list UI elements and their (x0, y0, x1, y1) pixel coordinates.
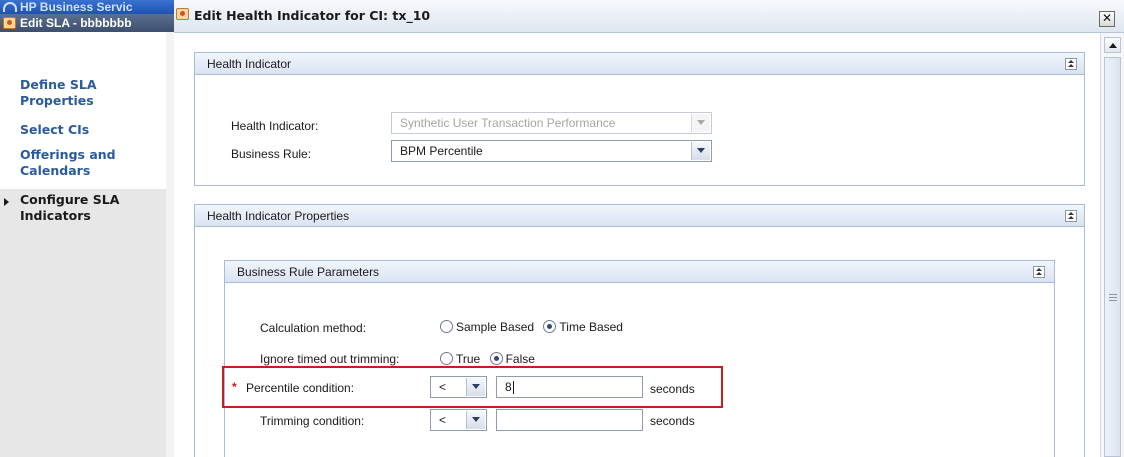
step-offerings-and-calendars[interactable]: Offerings and Calendars (20, 147, 160, 179)
health-indicator-label: Health Indicator: (231, 119, 319, 133)
background-window-title: HP Business Servic (20, 0, 133, 14)
sample-based-radio[interactable] (440, 320, 453, 334)
health-indicator-combo[interactable]: Synthetic User Transaction Performance (391, 112, 712, 134)
java-app-icon (3, 17, 16, 29)
panel-header: Health Indicator (195, 53, 1084, 75)
wizard-steps: Define SLA Properties Select CIs Offerin… (0, 32, 166, 457)
combo-value: Synthetic User Transaction Performance (400, 116, 616, 130)
business-rule-label: Business Rule: (231, 147, 312, 161)
chevron-down-icon[interactable] (691, 142, 710, 160)
java-app-icon (176, 8, 189, 20)
dialog-titlebar: Edit Health Indicator for CI: tx_10 ✕ (174, 0, 1124, 33)
vertical-scrollbar[interactable] (1100, 33, 1124, 457)
percentile-unit-label: seconds (650, 382, 695, 396)
collapse-icon[interactable] (1033, 266, 1045, 278)
active-step-background (0, 189, 166, 457)
trimming-condition-label: Trimming condition: (260, 414, 365, 428)
percentile-condition-label: Percentile condition: (246, 381, 355, 395)
combo-value: < (439, 380, 447, 394)
sample-based-label[interactable]: Sample Based (456, 320, 534, 334)
background-window-titlebar: HP Business Servic (0, 0, 174, 14)
trimming-value-input[interactable] (496, 409, 643, 431)
calculation-method-label: Calculation method: (260, 321, 367, 335)
collapse-icon[interactable] (1065, 210, 1077, 222)
health-indicator-panel: Health Indicator Health Indicator: Synth… (194, 52, 1085, 186)
ignore-timed-out-radios: True False (440, 351, 541, 366)
percentile-value-input[interactable]: 8 (496, 376, 643, 398)
close-button[interactable]: ✕ (1099, 11, 1115, 27)
chevron-down-icon[interactable] (466, 411, 485, 429)
true-radio[interactable] (440, 352, 453, 366)
panel-title: Business Rule Parameters (237, 265, 380, 279)
hp-logo-icon (3, 2, 17, 12)
panel-header: Health Indicator Properties (195, 205, 1084, 227)
step-define-sla-properties[interactable]: Define SLA Properties (20, 77, 160, 109)
panel-title: Health Indicator Properties (207, 209, 350, 223)
background-wizard-window: HP Business Servic Edit SLA - bbbbbbb De… (0, 0, 174, 457)
true-label[interactable]: True (456, 352, 480, 366)
false-radio[interactable] (489, 352, 503, 366)
panel-title: Health Indicator (207, 57, 292, 71)
combo-value: < (439, 413, 447, 427)
dialog-title: Edit Health Indicator for CI: tx_10 (194, 8, 431, 23)
percentile-operator-combo[interactable]: < (430, 376, 487, 398)
chevron-down-icon[interactable] (466, 378, 485, 396)
step-configure-sla-indicators[interactable]: Configure SLA Indicators (20, 192, 160, 224)
collapse-icon[interactable] (1065, 58, 1077, 70)
time-based-label[interactable]: Time Based (559, 320, 623, 334)
edit-sla-title: Edit SLA - bbbbbbb (20, 16, 132, 30)
false-label[interactable]: False (506, 352, 535, 366)
business-rule-combo[interactable]: BPM Percentile (391, 140, 712, 162)
chevron-down-icon[interactable] (691, 114, 710, 132)
ignore-timed-out-label: Ignore timed out trimming: (260, 352, 400, 366)
input-value: 8 (505, 380, 512, 394)
text-caret (512, 381, 514, 395)
edit-health-indicator-dialog: Edit Health Indicator for CI: tx_10 ✕ He… (174, 0, 1124, 457)
current-step-arrow-icon (4, 198, 9, 206)
scrollbar-thumb[interactable] (1104, 57, 1121, 457)
scroll-up-icon[interactable] (1104, 37, 1121, 53)
edit-sla-titlebar: Edit SLA - bbbbbbb (0, 14, 174, 32)
required-marker: * (232, 380, 237, 394)
step-select-cis[interactable]: Select CIs (20, 122, 160, 138)
grip-icon (1109, 294, 1117, 301)
calculation-method-radios: Sample Based Time Based (440, 319, 629, 334)
combo-value: BPM Percentile (400, 144, 483, 158)
panel-header: Business Rule Parameters (225, 261, 1054, 283)
time-based-radio[interactable] (543, 320, 557, 334)
trimming-operator-combo[interactable]: < (430, 409, 487, 431)
trimming-unit-label: seconds (650, 414, 695, 428)
